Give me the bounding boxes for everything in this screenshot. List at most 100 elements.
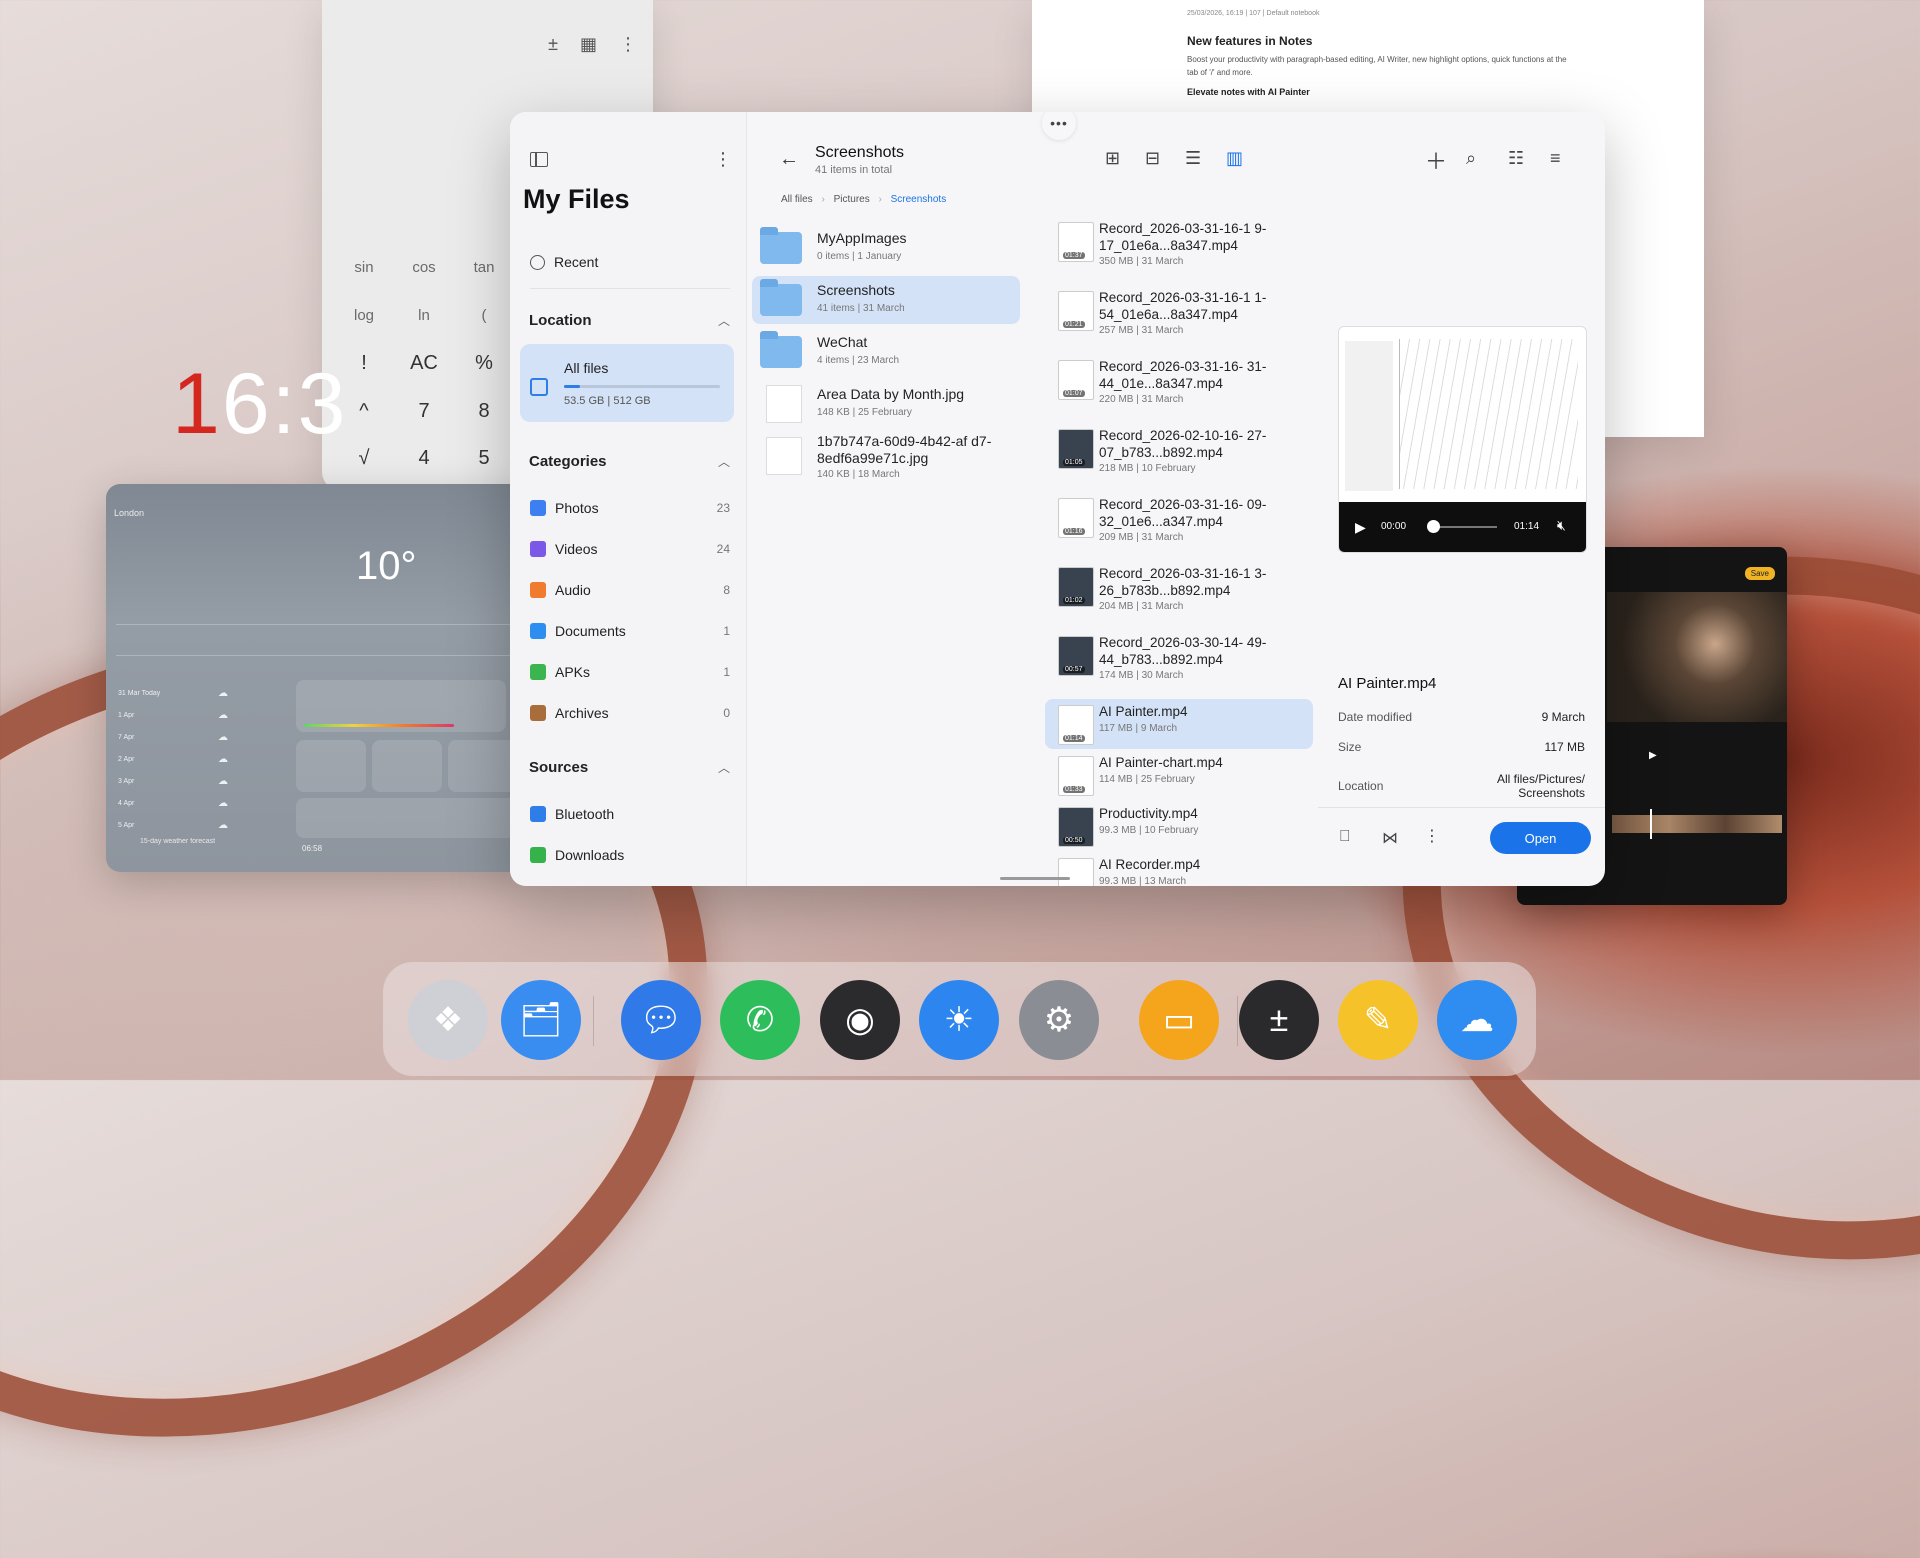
- seek-handle[interactable]: [1427, 520, 1440, 533]
- my-files-icon[interactable]: ▭: [1139, 980, 1219, 1060]
- weather-card-c: [448, 740, 518, 792]
- add-icon[interactable]: ＋: [1425, 144, 1447, 176]
- sidebar-item-archives[interactable]: Archives 0: [530, 701, 730, 725]
- calc-key[interactable]: log: [339, 295, 389, 335]
- photos-icon: [530, 500, 546, 516]
- file-item[interactable]: 1b7b747a-60d9-4b42-af d7-8edf6a99e71c.jp…: [752, 432, 1020, 480]
- video-item[interactable]: 01:37 Record_2026-03-31-16-1 9-17_01e6a..…: [1045, 216, 1313, 274]
- select-icon[interactable]: ☷: [1508, 148, 1524, 169]
- weather-window[interactable]: London 10° 31 Mar Today ☁ 1 Apr ☁ 7 Apr ☁ 2 Ap…: [106, 484, 526, 872]
- cloud-icon: ☁: [218, 776, 228, 787]
- video-item[interactable]: 01:16 Record_2026-03-31-16- 09-32_01e6...…: [1045, 492, 1313, 550]
- view-columns-icon[interactable]: ▥: [1226, 148, 1243, 169]
- video-item[interactable]: 01:07 Record_2026-03-31-16- 31-44_01e...8…: [1045, 354, 1313, 412]
- share-icon[interactable]: ⋈: [1382, 828, 1398, 848]
- sidebar-item-bluetooth[interactable]: Bluetooth: [530, 802, 730, 826]
- calc-key[interactable]: %: [459, 343, 509, 383]
- calc-key[interactable]: cos: [399, 247, 449, 287]
- calc-key[interactable]: tan: [459, 247, 509, 287]
- more-icon[interactable]: ⋮: [619, 34, 637, 55]
- chevron-up-icon[interactable]: ︿: [718, 453, 730, 470]
- sidebar-item-label: Documents: [555, 623, 626, 639]
- sidebar-item-label: Recent: [554, 254, 599, 270]
- total-time: 01:14: [1514, 521, 1540, 532]
- video-item[interactable]: 01:05 Record_2026-02-10-16- 27-07_b783...…: [1045, 423, 1313, 481]
- bookmark-icon[interactable]: ⎕: [1340, 828, 1350, 846]
- sidebar-more-icon[interactable]: ⋮: [714, 149, 732, 170]
- calc-key[interactable]: ln: [399, 295, 449, 335]
- calc-key[interactable]: (: [459, 295, 509, 335]
- breadcrumb-item[interactable]: Pictures: [834, 194, 870, 205]
- history-icon[interactable]: ±: [548, 34, 558, 55]
- grid-icon[interactable]: ▦: [580, 34, 597, 55]
- sidebar-item-recent[interactable]: Recent: [530, 250, 730, 274]
- chevron-up-icon[interactable]: ︿: [718, 759, 730, 776]
- folder-item[interactable]: WeChat 4 items | 23 March: [752, 328, 1020, 376]
- audio-icon: [530, 582, 546, 598]
- breadcrumb-current[interactable]: Screenshots: [891, 194, 947, 205]
- sort-icon[interactable]: ≡: [1550, 148, 1561, 169]
- sidebar-toggle-icon[interactable]: [530, 152, 548, 167]
- sidebar-item-apks[interactable]: APKs 1: [530, 660, 730, 684]
- bluetooth-icon: [530, 806, 546, 822]
- back-arrow-icon[interactable]: ←: [779, 148, 799, 171]
- calc-key[interactable]: 7: [399, 391, 449, 431]
- video-item[interactable]: 00:50 Productivity.mp4 99.3 MB | 10 Februa…: [1045, 801, 1313, 851]
- calc-key[interactable]: sin: [339, 247, 389, 287]
- calc-key[interactable]: 5: [459, 438, 509, 478]
- folder-item[interactable]: Screenshots 41 items | 31 March: [752, 276, 1020, 324]
- video-meta: 209 MB | 31 March: [1099, 532, 1184, 543]
- calc-key[interactable]: 8: [459, 391, 509, 431]
- calc-key[interactable]: AC: [399, 343, 449, 383]
- seek-bar[interactable]: [1431, 526, 1497, 528]
- messages-icon[interactable]: 💬︎: [621, 980, 701, 1060]
- editor-save-button[interactable]: Save: [1744, 567, 1775, 580]
- files-recent-icon[interactable]: 🗂︎: [501, 980, 581, 1060]
- video-item[interactable]: 01:33 AI Painter-chart.mp4 114 MB | 25 Feb…: [1045, 750, 1313, 800]
- calc-key[interactable]: 4: [399, 438, 449, 478]
- sidebar-item-videos[interactable]: Videos 24: [530, 537, 730, 561]
- video-name: Record_2026-03-30-14- 49-44_b783...b892.…: [1099, 635, 1267, 667]
- video-item[interactable]: 02:22 AI Recorder.mp4 99.3 MB | 13 March: [1045, 852, 1313, 886]
- app-drawer-icon[interactable]: ❖: [408, 980, 488, 1060]
- phone-icon[interactable]: ✆: [720, 980, 800, 1060]
- view-mosaic-icon[interactable]: ⊟: [1145, 148, 1160, 169]
- folder-icon: [760, 279, 802, 316]
- video-preview[interactable]: ▶ 00:00 01:14 🔇︎: [1338, 326, 1587, 553]
- breadcrumb-item[interactable]: All files: [781, 194, 813, 205]
- cloud-icon: ☁: [218, 820, 228, 831]
- detail-more-icon[interactable]: ⋮: [1424, 826, 1440, 846]
- notes-icon[interactable]: ✎: [1338, 980, 1418, 1060]
- sidebar-item-photos[interactable]: Photos 23: [530, 496, 730, 520]
- settings-icon[interactable]: ⚙︎: [1019, 980, 1099, 1060]
- video-item[interactable]: 01:02 Record_2026-03-31-16-1 3-26_b783b..…: [1045, 561, 1313, 619]
- sidebar-item-documents[interactable]: Documents 1: [530, 619, 730, 643]
- open-button[interactable]: Open: [1490, 822, 1591, 854]
- file-item[interactable]: Area Data by Month.jpg 148 KB | 25 Februa…: [752, 380, 1020, 428]
- sidebar-item-audio[interactable]: Audio 8: [530, 578, 730, 602]
- video-item[interactable]: 01:14 AI Painter.mp4 117 MB | 9 March: [1045, 699, 1313, 749]
- video-item[interactable]: 01:21 Record_2026-03-31-16-1 1-54_01e6a..…: [1045, 285, 1313, 343]
- play-icon[interactable]: ▶: [1355, 519, 1366, 536]
- video-duration: 00:50: [1063, 837, 1085, 844]
- editor-playhead[interactable]: [1650, 809, 1652, 839]
- sidebar-item-all-files[interactable]: All files 53.5 GB | 512 GB: [520, 344, 734, 422]
- calculator-icon[interactable]: ±: [1239, 980, 1319, 1060]
- folder-item[interactable]: MyAppImages 0 items | 1 January: [752, 224, 1020, 272]
- editor-timeline[interactable]: [1612, 815, 1782, 833]
- camera-icon[interactable]: ◉: [820, 980, 900, 1060]
- editor-play-icon[interactable]: ▶: [1649, 750, 1657, 761]
- list-scrollbar[interactable]: [1000, 877, 1070, 880]
- location-header: Location: [529, 312, 592, 329]
- cloud-icon[interactable]: ☁︎: [1437, 980, 1517, 1060]
- chevron-up-icon[interactable]: ︿: [718, 312, 730, 329]
- search-icon[interactable]: ⌕: [1466, 148, 1476, 169]
- video-item[interactable]: 00:57 Record_2026-03-30-14- 49-44_b783...…: [1045, 630, 1313, 688]
- sidebar-item-downloads[interactable]: Downloads: [530, 843, 730, 867]
- my-files-window[interactable]: ••• ⋮ My Files Recent Location ︿ All fil…: [510, 112, 1605, 886]
- mute-icon[interactable]: 🔇︎: [1557, 517, 1566, 534]
- forecast-link[interactable]: 15-day weather forecast: [140, 838, 215, 845]
- view-grid-icon[interactable]: ⊞: [1105, 148, 1120, 169]
- view-list-icon[interactable]: ☰: [1185, 148, 1201, 169]
- weather-icon[interactable]: ☀︎: [919, 980, 999, 1060]
